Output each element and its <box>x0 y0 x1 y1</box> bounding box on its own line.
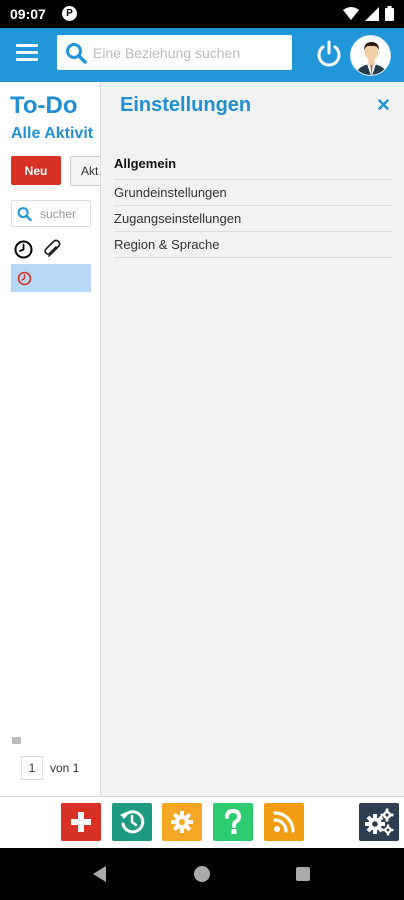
settings-gears-icon <box>365 808 394 836</box>
help-button[interactable] <box>213 803 253 841</box>
todo-subtitle: Alle Aktivit <box>11 125 94 142</box>
help-icon <box>225 809 242 834</box>
status-bar: 09:07 P <box>0 0 404 28</box>
user-avatar-image <box>351 36 390 75</box>
relation-search-box[interactable] <box>57 35 292 70</box>
resize-handle[interactable] <box>12 737 21 744</box>
preferences-button[interactable] <box>162 803 202 841</box>
new-button[interactable]: Neu <box>11 156 61 185</box>
search-icon <box>66 42 87 64</box>
relation-search-input[interactable] <box>93 44 283 61</box>
gear-icon <box>171 811 193 833</box>
history-button[interactable] <box>112 803 152 841</box>
action-dropdown-button[interactable]: Akt <box>70 156 100 186</box>
overdue-clock-icon <box>17 271 32 285</box>
column-icons <box>14 239 63 259</box>
add-button[interactable] <box>61 803 101 841</box>
settings-item-basic[interactable]: Grundeinstellungen <box>114 180 393 206</box>
settings-section-heading: Allgemein <box>114 150 393 180</box>
system-settings-button[interactable] <box>359 803 399 841</box>
clock-icon[interactable] <box>14 240 33 259</box>
plus-icon <box>71 812 91 832</box>
status-icons <box>343 6 394 21</box>
todo-title: To-Do <box>10 92 78 119</box>
todo-list-item[interactable] <box>11 264 91 292</box>
page-total-label: von 1 <box>50 761 80 775</box>
status-time: 09:07 <box>10 6 46 22</box>
bottom-toolbar <box>0 796 404 848</box>
home-icon[interactable] <box>194 866 210 882</box>
power-icon[interactable] <box>316 40 342 68</box>
rss-icon <box>273 811 295 833</box>
recent-apps-icon[interactable] <box>296 867 310 881</box>
history-icon <box>120 810 145 834</box>
system-nav-bar <box>0 848 404 900</box>
paperclip-icon[interactable] <box>43 239 63 259</box>
rss-feed-button[interactable] <box>264 803 304 841</box>
app-bar <box>0 28 404 82</box>
user-avatar[interactable] <box>350 35 391 76</box>
close-icon[interactable]: × <box>377 92 390 118</box>
settings-item-region-language[interactable]: Region & Sprache <box>114 232 393 258</box>
notification-p-icon: P <box>62 6 77 21</box>
settings-panel: Einstellungen × Allgemein Grundeinstellu… <box>102 82 404 796</box>
hamburger-menu-icon[interactable] <box>16 44 38 62</box>
settings-list: Allgemein Grundeinstellungen Zugangseins… <box>114 150 393 258</box>
settings-item-access[interactable]: Zugangseinstellungen <box>114 206 393 232</box>
search-icon <box>17 206 32 221</box>
todo-panel: To-Do Alle Aktivit Neu Akt 1 von 1 <box>0 82 101 796</box>
settings-title: Einstellungen <box>120 94 252 116</box>
page-number-input[interactable]: 1 <box>21 756 43 780</box>
todo-search-input[interactable] <box>40 206 90 221</box>
todo-search-box[interactable] <box>11 200 91 227</box>
cell-signal-icon <box>365 6 379 21</box>
wifi-icon <box>343 6 359 20</box>
battery-icon <box>385 6 394 21</box>
back-icon[interactable] <box>92 866 108 882</box>
